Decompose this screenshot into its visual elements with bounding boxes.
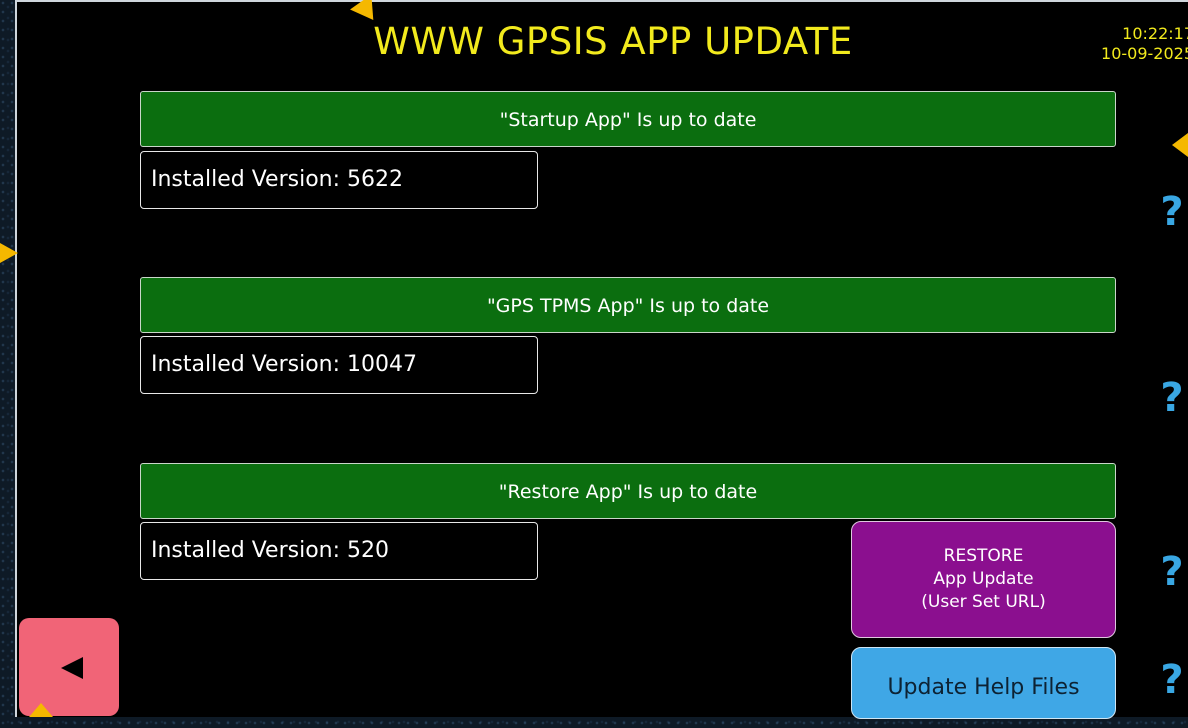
- restore-app-update-button[interactable]: RESTORE App Update (User Set URL): [851, 521, 1116, 638]
- restore-app-status: "Restore App" Is up to date: [140, 463, 1116, 519]
- help-files-help-icon[interactable]: ?: [1157, 658, 1187, 702]
- clock-date: 10-09-2025: [1101, 44, 1188, 63]
- restore-button-line1: RESTORE: [943, 546, 1024, 566]
- restore-help-icon[interactable]: ?: [1157, 550, 1187, 594]
- annotation-arrow-icon: [0, 243, 18, 263]
- page-title: WWW GPSIS APP UPDATE: [373, 20, 853, 63]
- gps-tpms-app-version: Installed Version: 10047: [140, 336, 538, 394]
- clock: 10:22:17 10-09-2025: [1064, 24, 1188, 64]
- startup-help-icon[interactable]: ?: [1157, 190, 1187, 234]
- annotation-arrow-icon: [1172, 133, 1188, 157]
- clock-time: 10:22:17: [1122, 24, 1188, 43]
- restore-button-line3: (User Set URL): [921, 592, 1046, 612]
- startup-app-version: Installed Version: 5622: [140, 151, 538, 209]
- update-help-files-button[interactable]: Update Help Files: [851, 647, 1116, 719]
- gps-tpms-app-status: "GPS TPMS App" Is up to date: [140, 277, 1116, 333]
- app-screen: WWW GPSIS APP UPDATE 10:22:17 10-09-2025…: [15, 0, 1188, 719]
- startup-app-status: "Startup App" Is up to date: [140, 91, 1116, 147]
- restore-app-version: Installed Version: 520: [140, 522, 538, 580]
- gps-tpms-help-icon[interactable]: ?: [1157, 376, 1187, 420]
- annotation-arrow-icon: [29, 703, 53, 717]
- back-button[interactable]: [19, 618, 119, 716]
- restore-button-line2: App Update: [933, 569, 1034, 589]
- left-triangle-icon: [61, 657, 83, 679]
